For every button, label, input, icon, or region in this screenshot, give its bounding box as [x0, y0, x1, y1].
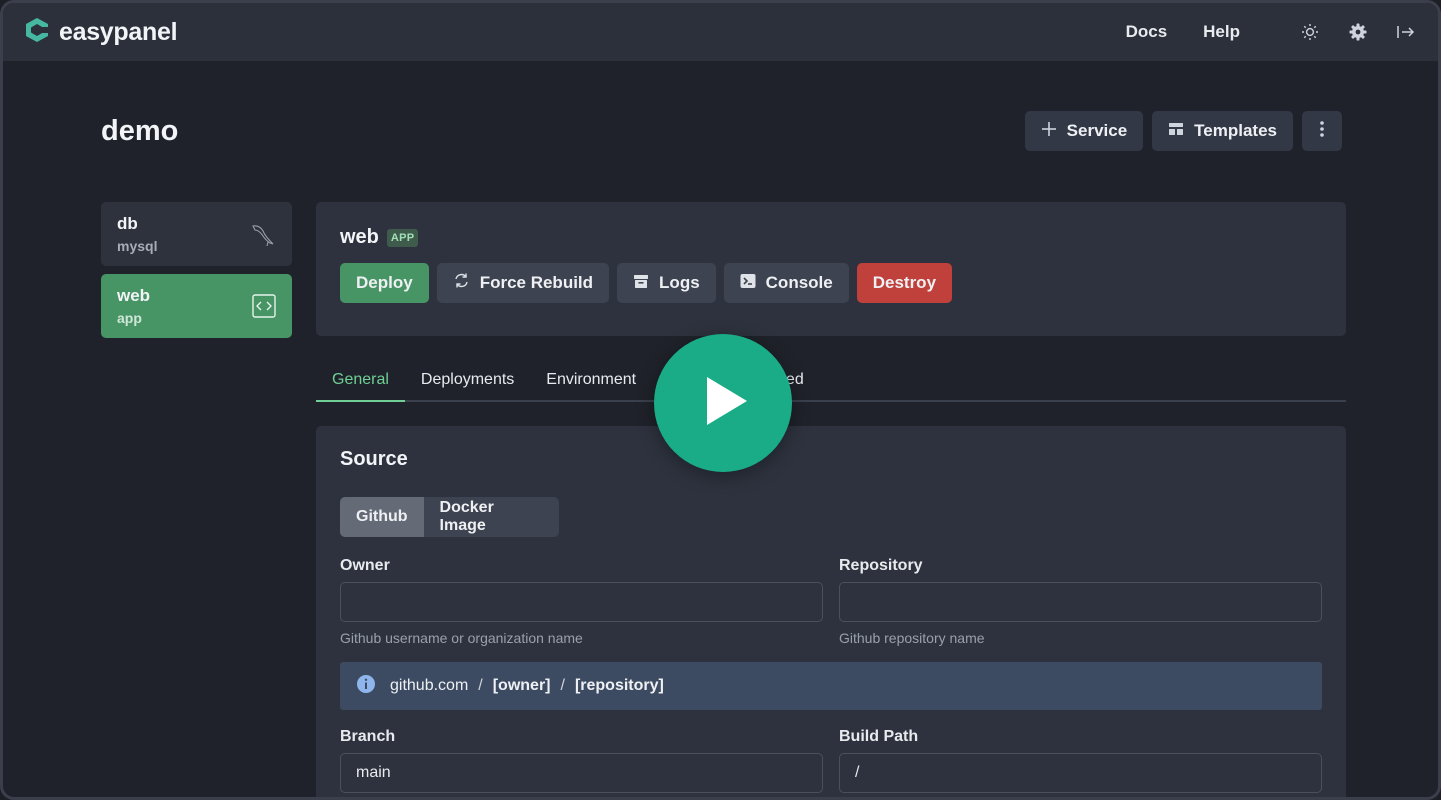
project-title: demo [101, 115, 179, 147]
service-type-badge: APP [386, 228, 419, 247]
code-brackets-icon [252, 294, 276, 323]
top-nav: Docs Help [1126, 20, 1418, 44]
repository-field-group: Repository Github repository name [839, 557, 1322, 646]
service-header: web APP [340, 226, 1322, 249]
logs-label: Logs [659, 273, 700, 292]
branch-path-row: Branch main Build Path / [340, 728, 1322, 793]
info-owner: [owner] [492, 677, 551, 694]
repo-path-info: github.com / [owner] / [repository] [340, 662, 1322, 710]
console-button[interactable]: Console [723, 263, 849, 303]
rebuild-icon [453, 272, 470, 294]
source-panel: Source Github Docker Image Owner Github … [316, 426, 1346, 797]
owner-input[interactable] [340, 582, 823, 622]
templates-button[interactable]: Templates [1152, 111, 1293, 151]
video-play-button[interactable] [654, 334, 792, 472]
owner-label: Owner [340, 557, 390, 574]
app-window: easypanel Docs Help demo Service Templat… [0, 0, 1441, 800]
brand[interactable]: easypanel [23, 16, 178, 49]
service-actions: Deploy Force Rebuild Logs Console Destro… [340, 263, 1322, 303]
repository-label: Repository [839, 557, 923, 574]
brand-name: easypanel [59, 17, 178, 46]
force-rebuild-button[interactable]: Force Rebuild [436, 263, 610, 303]
help-link[interactable]: Help [1203, 22, 1240, 42]
kebab-icon [1320, 120, 1324, 143]
branch-input[interactable]: main [340, 753, 823, 793]
plus-icon [1041, 121, 1057, 142]
logo-icon [23, 16, 51, 49]
force-rebuild-label: Force Rebuild [479, 273, 594, 292]
service-item-db[interactable]: db mysql [101, 202, 292, 266]
docs-link[interactable]: Docs [1126, 22, 1168, 42]
info-separator: / [560, 677, 565, 694]
tab-deployments[interactable]: Deployments [405, 363, 530, 402]
owner-repo-row: Owner Github username or organization na… [340, 557, 1322, 646]
build-path-label: Build Path [839, 728, 919, 745]
settings-gear-icon[interactable] [1346, 20, 1370, 44]
deploy-label: Deploy [356, 273, 413, 292]
source-title: Source [340, 448, 408, 470]
destroy-label: Destroy [872, 273, 937, 292]
service-panel: web APP Deploy Force Rebuild Logs Consol… [316, 202, 1346, 336]
archive-icon [633, 273, 649, 294]
source-option-github[interactable]: Github [340, 497, 424, 537]
deploy-button[interactable]: Deploy [340, 263, 429, 303]
add-service-label: Service [1066, 121, 1128, 140]
tab-environment[interactable]: Environment [530, 363, 652, 402]
build-path-field-group: Build Path / [839, 728, 1322, 793]
header-actions: Service Templates [1024, 111, 1342, 151]
service-tabs: General Deployments Environment vanced [316, 363, 1346, 402]
logs-button[interactable]: Logs [617, 263, 716, 303]
info-domain: github.com [390, 677, 469, 694]
info-icon [356, 674, 376, 699]
service-item-web[interactable]: web app [101, 274, 292, 338]
owner-hint: Github username or organization name [340, 630, 583, 646]
terminal-icon [740, 273, 756, 294]
build-path-input[interactable]: / [839, 753, 1322, 793]
service-title: web [340, 226, 379, 248]
branch-label: Branch [340, 728, 396, 745]
theme-toggle-sun-icon[interactable] [1298, 20, 1322, 44]
owner-field-group: Owner Github username or organization na… [340, 557, 823, 646]
repository-hint: Github repository name [839, 630, 985, 646]
top-bar: easypanel Docs Help [3, 3, 1438, 61]
source-option-docker-image[interactable]: Docker Image [423, 497, 559, 537]
templates-icon [1168, 121, 1184, 142]
repository-input[interactable] [839, 582, 1322, 622]
mysql-dolphin-icon [250, 222, 276, 253]
logout-icon[interactable] [1394, 20, 1418, 44]
branch-field-group: Branch main [340, 728, 823, 793]
source-type-toggle: Github Docker Image [340, 497, 559, 537]
tab-general[interactable]: General [316, 363, 405, 402]
info-repository: [repository] [574, 677, 664, 694]
templates-label: Templates [1194, 121, 1277, 140]
service-list: db mysql web app [101, 202, 292, 346]
info-separator: / [478, 677, 483, 694]
console-label: Console [765, 273, 833, 292]
destroy-button[interactable]: Destroy [856, 263, 953, 303]
add-service-button[interactable]: Service [1024, 111, 1144, 151]
play-icon [693, 371, 753, 436]
more-menu-button[interactable] [1302, 111, 1342, 151]
